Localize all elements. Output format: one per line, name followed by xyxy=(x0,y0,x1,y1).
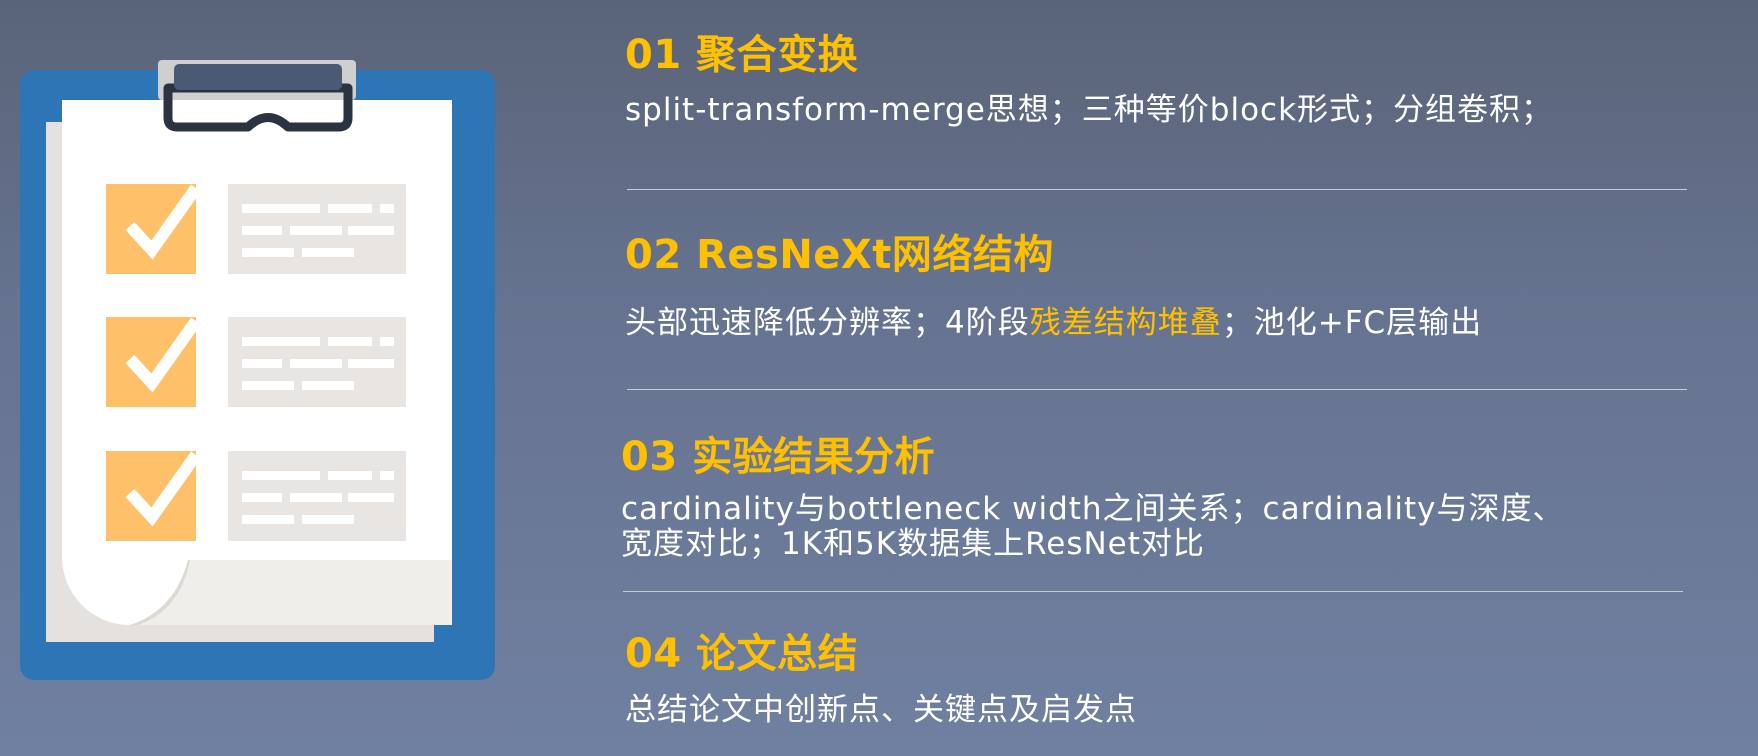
divider xyxy=(627,189,1687,190)
section-desc-01: split-transform-merge思想；三种等价block形式；分组卷积… xyxy=(625,92,1554,128)
section-title-02: 02 ResNeXt网络结构 xyxy=(625,232,1054,278)
desc-text: ；池化+FC层输出 xyxy=(1221,305,1483,341)
clipboard-checklist-icon xyxy=(20,60,495,680)
section-title-01: 01 聚合变换 xyxy=(625,32,859,78)
section-title-03: 03 实验结果分析 xyxy=(621,434,936,480)
checklist-row xyxy=(106,184,406,274)
section-desc-03-line2: 宽度对比；1K和5K数据集上ResNet对比 xyxy=(621,526,1205,562)
desc-highlight: 残差结构堆叠 xyxy=(1029,305,1222,341)
checklist-row xyxy=(106,317,406,407)
section-title-04: 04 论文总结 xyxy=(625,631,859,677)
section-desc-02: 头部迅速降低分辨率；4阶段残差结构堆叠；池化+FC层输出 xyxy=(625,297,1482,342)
divider xyxy=(627,389,1687,390)
divider xyxy=(623,591,1683,592)
checklist-row xyxy=(106,451,406,541)
section-desc-04: 总结论文中创新点、关键点及启发点 xyxy=(625,692,1137,728)
desc-text: 头部迅速降低分辨率；4阶段 xyxy=(625,305,1030,341)
